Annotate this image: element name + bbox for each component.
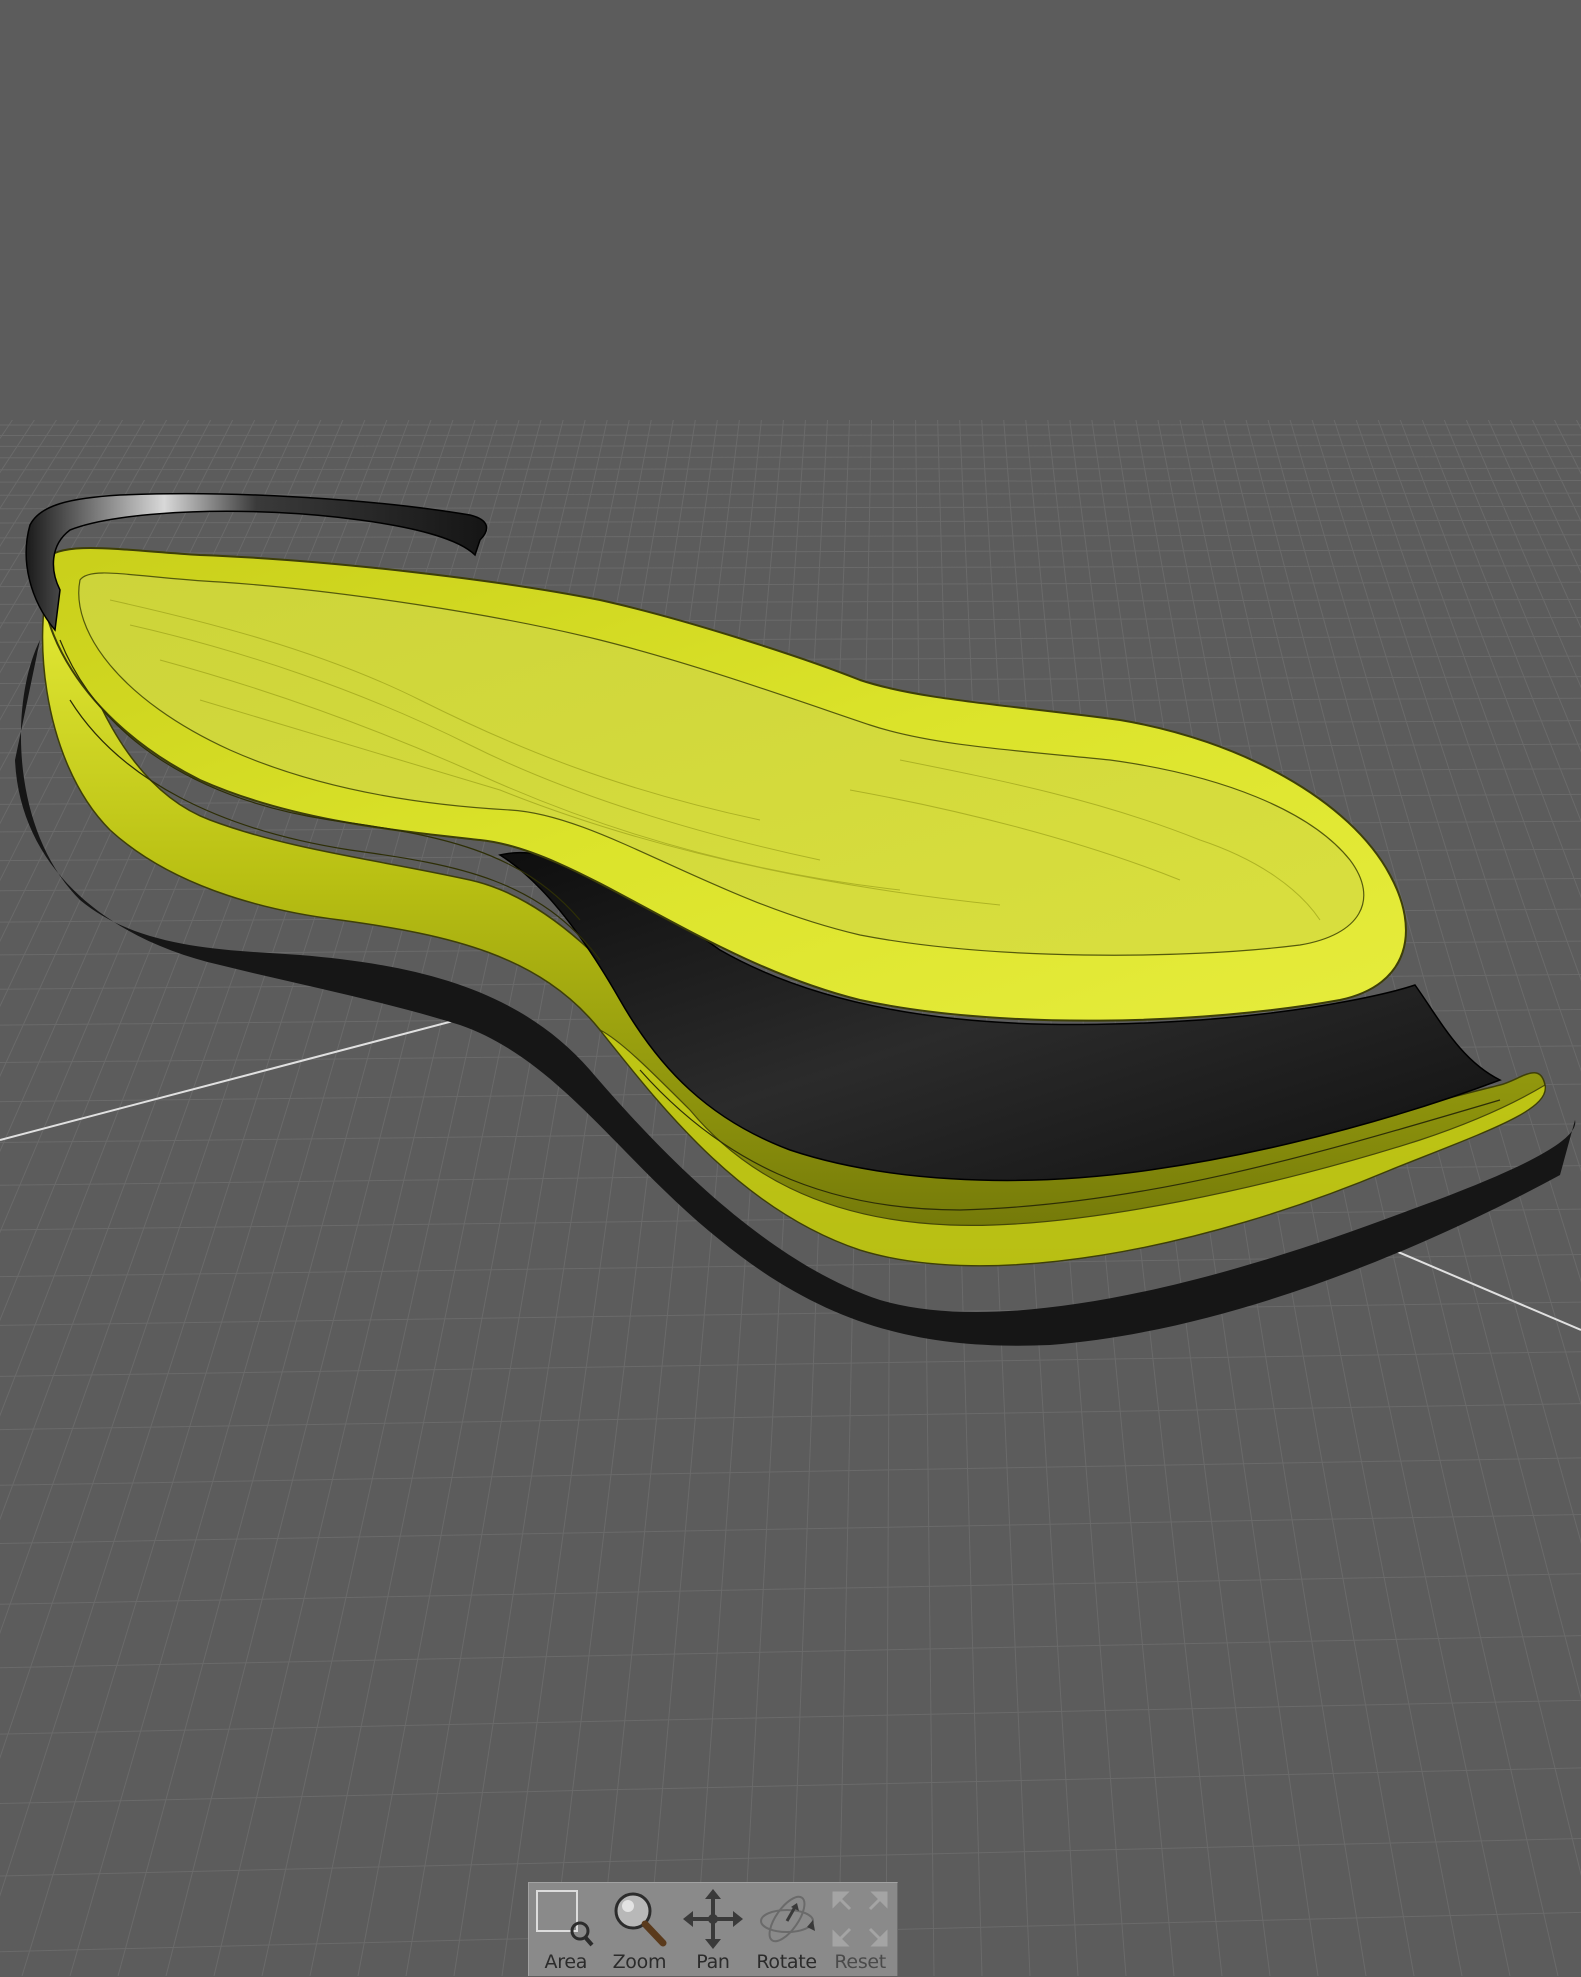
pan-arrows-icon <box>681 1887 745 1951</box>
rotate-label: Rotate <box>756 1951 816 1973</box>
grid-line <box>0 480 1581 482</box>
3d-viewport[interactable] <box>0 0 1581 1976</box>
grid-line <box>1574 415 1581 1976</box>
zoom-button[interactable]: Zoom <box>603 1883 677 1977</box>
grid-line <box>0 1636 1581 1668</box>
reset-view-icon <box>828 1887 892 1951</box>
area-zoom-icon <box>534 1887 598 1951</box>
reset-label: Reset <box>834 1951 886 1973</box>
grid-line <box>0 1768 1581 1804</box>
rotate-orbit-icon <box>755 1887 819 1951</box>
grid-line <box>1530 415 1581 1976</box>
grid-line <box>0 435 1581 436</box>
grid-line <box>1552 415 1581 1976</box>
pan-button[interactable]: Pan <box>676 1883 750 1977</box>
area-zoom-button[interactable]: Area <box>529 1883 603 1977</box>
rotate-button[interactable]: Rotate <box>750 1883 824 1977</box>
grid-line <box>0 1404 1581 1430</box>
grid-line <box>0 1700 1581 1734</box>
pan-label: Pan <box>696 1951 729 1973</box>
grid-line <box>0 1839 1581 1876</box>
sky-background <box>0 0 1581 420</box>
zoom-label: Zoom <box>613 1951 667 1973</box>
viewport-canvas[interactable] <box>0 0 1581 1976</box>
grid-line <box>0 535 1581 538</box>
y-axis-line <box>1370 1240 1581 1330</box>
navigation-toolbar: Area Zoom Pan Rotate <box>528 1882 898 1976</box>
grid-line <box>0 1458 1581 1485</box>
grid-line <box>0 446 1581 447</box>
reset-button[interactable]: Reset <box>823 1883 897 1977</box>
x-axis-line <box>0 1010 495 1140</box>
grid-line <box>0 1574 1581 1604</box>
grid-line <box>0 468 1581 469</box>
grid-line <box>0 550 1581 554</box>
grid-line <box>1311 415 1581 1976</box>
magnifier-icon <box>607 1887 671 1951</box>
area-label: Area <box>545 1951 588 1973</box>
grid-line <box>0 1302 1581 1325</box>
grid-line <box>0 1515 1581 1544</box>
